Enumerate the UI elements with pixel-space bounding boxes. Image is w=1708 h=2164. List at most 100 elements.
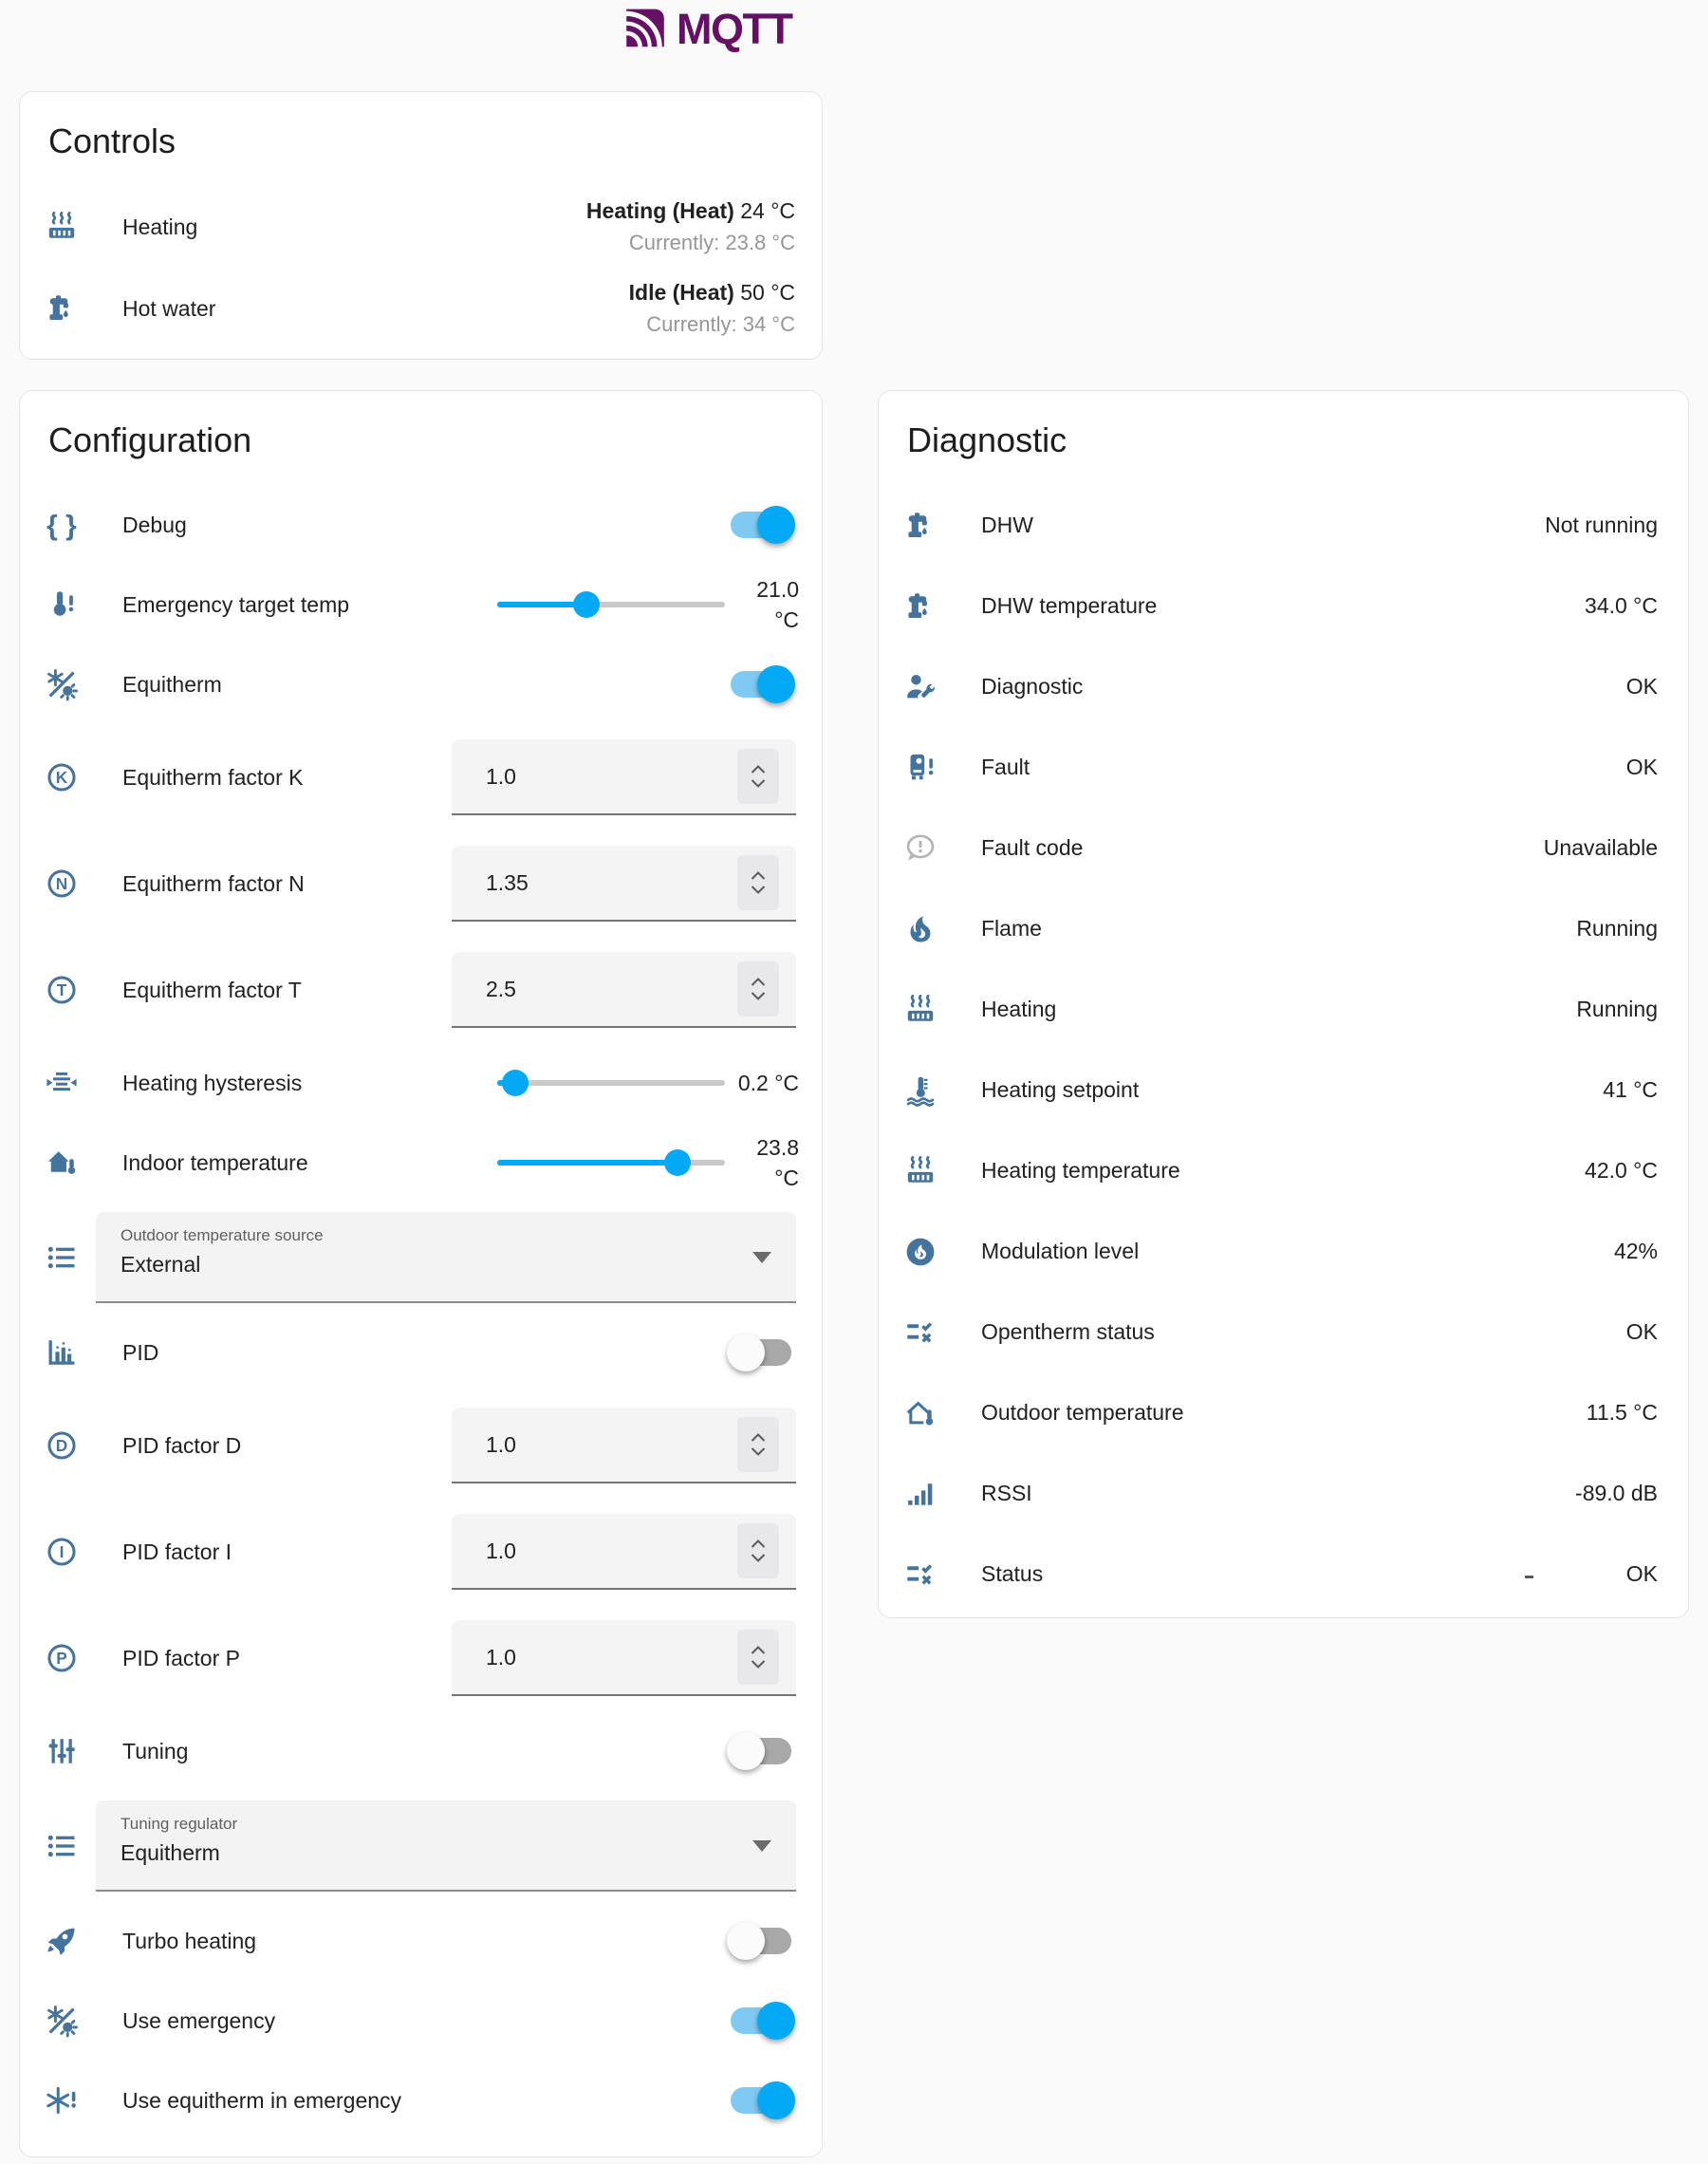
diag-row-dhw-temperature[interactable]: DHW temperature 34.0 °C: [879, 566, 1688, 646]
climate-current: Currently: 34 °C: [629, 308, 795, 341]
climate-state: Idle (Heat) 50 °C Currently: 34 °C: [629, 276, 795, 341]
equitherm-factor-k-input[interactable]: [486, 764, 737, 790]
configuration-card: Configuration Debug Emergency target tem…: [19, 390, 823, 2157]
tuning-toggle[interactable]: [731, 1738, 791, 1764]
diag-row-fault[interactable]: Fault OK: [879, 727, 1688, 808]
turbo-heating-toggle[interactable]: [731, 1928, 791, 1954]
equitherm-factor-n-field[interactable]: [452, 846, 796, 922]
equitherm-factor-t-input[interactable]: [486, 977, 737, 1002]
emergency-target-temp-slider[interactable]: [497, 591, 725, 618]
chevron-up-icon: [750, 764, 767, 774]
diag-row-opentherm-status[interactable]: Opentherm status OK: [879, 1292, 1688, 1372]
climate-mode: Heating (Heat): [586, 198, 734, 223]
chevron-down-icon: [750, 885, 767, 895]
outdoor-temperature-source-select[interactable]: Outdoor temperature source External: [96, 1212, 796, 1303]
slider-value: 23.8 °C: [731, 1132, 799, 1193]
row-value: Not running: [1545, 513, 1658, 538]
row-label: Equitherm: [122, 672, 222, 698]
equitherm-factor-n-input[interactable]: [486, 870, 737, 896]
number-stepper[interactable]: [737, 1523, 779, 1578]
config-row-outdoor-temperature-source: Outdoor temperature source External: [20, 1203, 822, 1313]
diag-row-outdoor-temperature[interactable]: Outdoor temperature 11.5 °C: [879, 1372, 1688, 1453]
number-stepper[interactable]: [737, 749, 779, 804]
tuning-regulator-select[interactable]: Tuning regulator Equitherm: [96, 1800, 796, 1892]
diag-row-status[interactable]: Status OK: [879, 1534, 1688, 1614]
use-emergency-toggle[interactable]: [731, 2007, 791, 2034]
dropdown-caret-icon: [752, 1840, 771, 1852]
control-row-heating[interactable]: Heating Heating (Heat) 24 °C Currently: …: [20, 186, 822, 268]
chart-histogram-icon: [45, 1335, 79, 1370]
diag-row-heating-temperature[interactable]: Heating temperature 42.0 °C: [879, 1130, 1688, 1211]
heating-hysteresis-slider[interactable]: [497, 1070, 725, 1096]
code-braces-icon: [45, 508, 79, 542]
row-value: 41 °C: [1603, 1077, 1658, 1103]
home-thermometer-icon: [45, 1146, 79, 1180]
row-label: Use equitherm in emergency: [122, 2088, 401, 2114]
row-label: Diagnostic: [981, 674, 1083, 700]
config-row-turbo-heating: Turbo heating: [20, 1901, 822, 1981]
indoor-temperature-slider[interactable]: [497, 1149, 725, 1176]
pid-factor-d-field[interactable]: [452, 1408, 796, 1483]
alpha-p-circle-icon: P: [45, 1641, 79, 1675]
number-stepper[interactable]: [737, 1630, 779, 1685]
select-value: External: [121, 1252, 739, 1278]
diag-row-diagnostic[interactable]: Diagnostic OK: [879, 646, 1688, 727]
config-row-pid-factor-i: I PID factor I: [20, 1499, 822, 1605]
row-label: Modulation level: [981, 1239, 1139, 1264]
diag-row-fault-code[interactable]: Fault code Unavailable: [879, 808, 1688, 888]
chevron-down-icon: [750, 991, 767, 1001]
pid-factor-p-field[interactable]: [452, 1620, 796, 1696]
chevron-up-icon: [750, 870, 767, 881]
fire-icon: [903, 912, 938, 946]
dropdown-caret-icon: [752, 1252, 771, 1263]
pid-toggle[interactable]: [731, 1339, 791, 1366]
row-label: Heating hysteresis: [122, 1071, 302, 1096]
water-tap-icon: [903, 509, 938, 543]
row-value: Running: [1576, 997, 1658, 1022]
diag-row-modulation-level[interactable]: Modulation level 42%: [879, 1211, 1688, 1292]
equitherm-toggle[interactable]: [731, 671, 791, 698]
debug-toggle[interactable]: [731, 512, 791, 538]
alpha-k-circle-icon: K: [45, 760, 79, 794]
equitherm-factor-t-field[interactable]: [452, 952, 796, 1028]
water-boiler-alert-icon: [903, 751, 938, 785]
number-stepper[interactable]: [737, 1417, 779, 1472]
number-stepper[interactable]: [737, 855, 779, 910]
radiator-icon: [903, 1154, 938, 1188]
pid-factor-d-input[interactable]: [486, 1432, 737, 1458]
sun-snowflake-icon: [45, 2004, 79, 2038]
alpha-t-circle-icon: T: [45, 973, 79, 1007]
diagnostic-card: Diagnostic DHW Not running DHW temperatu…: [878, 390, 1689, 1618]
diag-row-dhw[interactable]: DHW Not running: [879, 485, 1688, 566]
water-tap-icon: [903, 589, 938, 624]
diag-row-heating-setpoint[interactable]: Heating setpoint 41 °C: [879, 1050, 1688, 1130]
thermometer-water-icon: [903, 1073, 938, 1108]
diag-row-flame[interactable]: Flame Running: [879, 888, 1688, 969]
pid-factor-p-input[interactable]: [486, 1645, 737, 1670]
number-stepper[interactable]: [737, 961, 779, 1017]
use-equitherm-in-emergency-toggle[interactable]: [731, 2087, 791, 2114]
alpha-d-circle-icon: D: [45, 1428, 79, 1463]
pid-factor-i-field[interactable]: [452, 1514, 796, 1590]
card-title-diagnostic: Diagnostic: [907, 418, 1688, 463]
row-value: OK: [1626, 1319, 1658, 1345]
row-label: Hot water: [122, 296, 215, 322]
diag-row-rssi[interactable]: RSSI -89.0 dB: [879, 1453, 1688, 1534]
diag-row-heating[interactable]: Heating Running: [879, 969, 1688, 1050]
equitherm-factor-k-field[interactable]: [452, 739, 796, 815]
row-label: Outdoor temperature: [981, 1400, 1184, 1426]
account-wrench-icon: [903, 670, 938, 704]
chevron-up-icon: [750, 1645, 767, 1655]
controls-card: Controls Heating Heating (Heat) 24 °C Cu…: [19, 91, 823, 360]
pid-factor-i-input[interactable]: [486, 1539, 737, 1564]
list-status-icon: [903, 1558, 938, 1592]
radiator-icon: [903, 993, 938, 1027]
row-value: 42.0 °C: [1585, 1158, 1658, 1184]
climate-mode: Idle (Heat): [629, 280, 734, 305]
svg-text:I: I: [60, 1542, 65, 1561]
row-value: 42%: [1614, 1239, 1658, 1264]
select-label: Tuning regulator: [121, 1815, 739, 1834]
slider-value: 21.0 °C: [731, 574, 799, 635]
chevron-down-icon: [750, 778, 767, 789]
control-row-hot-water[interactable]: Hot water Idle (Heat) 50 °C Currently: 3…: [20, 268, 822, 349]
